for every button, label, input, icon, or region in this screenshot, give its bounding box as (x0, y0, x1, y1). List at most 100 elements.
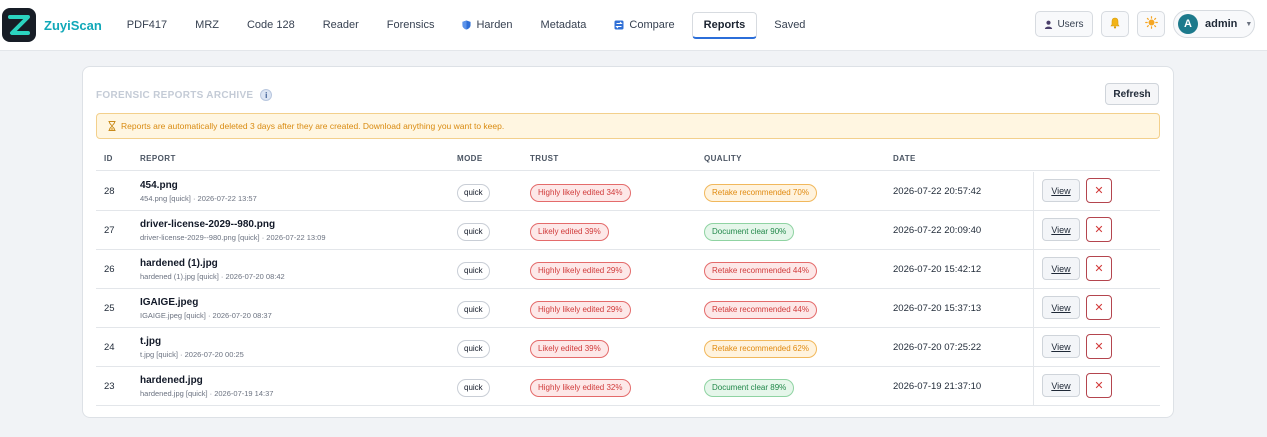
theme-toggle-button[interactable] (1137, 11, 1165, 37)
report-cell: driver-license-2029--980.png driver-licen… (140, 219, 326, 242)
refresh-button[interactable]: Refresh (1105, 83, 1159, 105)
nav-label: Harden (476, 19, 513, 31)
brand[interactable]: ZuyiScan (2, 8, 102, 42)
view-button[interactable]: View (1042, 179, 1080, 202)
report-date: 2026-07-19 21:37:10 (893, 381, 982, 392)
info-icon[interactable]: i (260, 89, 273, 101)
archive-title-text: FORENSIC REPORTS ARCHIVE (96, 89, 254, 101)
delete-button[interactable]: ✕ (1086, 334, 1112, 359)
user-name: admin (1205, 18, 1238, 30)
nav-metadata[interactable]: Metadata (530, 13, 598, 37)
report-name: 454.png (140, 180, 178, 191)
nav-label: PDF417 (126, 19, 168, 31)
quality-badge: Document clear 90% (704, 223, 795, 241)
notifications-button[interactable] (1101, 11, 1129, 37)
trust-cell: Likely edited 39% (530, 221, 609, 241)
nav-reader[interactable]: Reader (312, 13, 370, 37)
nav-mrz[interactable]: MRZ (184, 13, 230, 37)
trust-cell: Likely edited 39% (530, 338, 609, 358)
mode-badge: quick (457, 301, 490, 319)
notice-text: Reports are automatically deleted 3 days… (121, 121, 505, 131)
trust-badge: Highly likely edited 32% (530, 379, 631, 397)
retention-notice: Reports are automatically deleted 3 days… (96, 113, 1160, 139)
quality-badge: Retake recommended 44% (704, 262, 817, 280)
actions-divider (1033, 172, 1034, 210)
avatar: A (1178, 14, 1198, 34)
delete-button[interactable]: ✕ (1086, 295, 1112, 320)
trust-badge: Likely edited 39% (530, 340, 609, 358)
trust-cell: Highly likely edited 29% (530, 260, 631, 280)
user-menu[interactable]: A admin ▼ (1173, 10, 1255, 38)
view-button[interactable]: View (1042, 296, 1080, 319)
quality-cell: Document clear 90% (704, 221, 795, 241)
close-icon: ✕ (1094, 302, 1104, 314)
report-meta: hardened.jpg [quick] · 2026-07-19 14:37 (140, 389, 274, 398)
view-button[interactable]: View (1042, 257, 1080, 280)
bell-icon (1109, 17, 1121, 32)
trust-cell: Highly likely edited 32% (530, 377, 631, 397)
report-meta: 454.png [quick] · 2026-07-22 13:57 (140, 194, 257, 203)
row-id: 25 (104, 303, 115, 314)
view-button[interactable]: View (1042, 335, 1080, 358)
col-date: DATE (893, 154, 916, 163)
mode-badge: quick (457, 340, 490, 358)
report-meta: hardened (1).jpg [quick] · 2026-07-20 08… (140, 272, 285, 281)
nav-pdf417[interactable]: PDF417 (116, 13, 178, 37)
nav-harden[interactable]: Harden (451, 13, 523, 37)
quality-badge: Document clear 89% (704, 379, 795, 397)
nav-label: Code 128 (246, 19, 295, 31)
mode-cell: quick (457, 221, 490, 241)
trust-cell: Highly likely edited 34% (530, 182, 631, 202)
mode-badge: quick (457, 223, 490, 241)
table-row: 28 454.png 454.png [quick] · 2026-07-22 13… (96, 172, 1160, 211)
mode-cell: quick (457, 299, 490, 319)
nav-label: Saved (774, 19, 806, 31)
delete-button[interactable]: ✕ (1086, 178, 1112, 203)
delete-button[interactable]: ✕ (1086, 373, 1112, 398)
row-id: 24 (104, 342, 115, 353)
table-row: 25 IGAIGE.jpeg IGAIGE.jpeg [quick] · 2026-… (96, 289, 1160, 328)
logo-icon (2, 8, 36, 42)
close-icon: ✕ (1094, 380, 1104, 392)
brand-name: ZuyiScan (44, 17, 102, 33)
quality-badge: Retake recommended 62% (704, 340, 817, 358)
close-icon: ✕ (1094, 263, 1104, 275)
sun-icon (1144, 16, 1158, 32)
user-icon (1044, 20, 1053, 29)
delete-button[interactable]: ✕ (1086, 217, 1112, 242)
report-date: 2026-07-22 20:09:40 (893, 225, 982, 236)
hourglass-icon (108, 121, 116, 131)
view-button[interactable]: View (1042, 374, 1080, 397)
nav-forensics[interactable]: Forensics (376, 13, 446, 37)
trust-badge: Highly likely edited 29% (530, 301, 631, 319)
mode-cell: quick (457, 377, 490, 397)
view-button[interactable]: View (1042, 218, 1080, 241)
actions-divider (1033, 250, 1034, 288)
nav-reports[interactable]: Reports (691, 11, 758, 39)
quality-badge: Retake recommended 70% (704, 184, 817, 202)
row-id: 28 (104, 186, 115, 197)
report-date: 2026-07-20 15:37:13 (893, 303, 982, 314)
users-label: Users (1057, 18, 1084, 30)
nav-label: Reports (703, 18, 746, 31)
caret-down-icon: ▼ (1245, 20, 1253, 28)
reports-archive-card: FORENSIC REPORTS ARCHIVE i Refresh Repor… (82, 66, 1174, 418)
nav-code-128[interactable]: Code 128 (236, 13, 306, 37)
quality-cell: Retake recommended 70% (704, 182, 817, 202)
trust-badge: Highly likely edited 34% (530, 184, 631, 202)
users-button[interactable]: Users (1035, 11, 1093, 37)
col-trust: TRUST (530, 154, 559, 163)
delete-button[interactable]: ✕ (1086, 256, 1112, 281)
nav-label: Forensics (386, 19, 435, 31)
nav-saved[interactable]: Saved (763, 13, 816, 37)
close-icon: ✕ (1094, 224, 1104, 236)
nav-compare[interactable]: Compare (603, 13, 685, 37)
report-meta: driver-license-2029--980.png [quick] · 2… (140, 233, 326, 242)
quality-cell: Retake recommended 44% (704, 299, 817, 319)
report-meta: t.jpg [quick] · 2026-07-20 00:25 (140, 350, 244, 359)
report-name: driver-license-2029--980.png (140, 219, 276, 230)
shield-icon (462, 20, 472, 30)
row-id: 26 (104, 264, 115, 275)
report-cell: t.jpg t.jpg [quick] · 2026-07-20 00:25 (140, 336, 244, 359)
nav-actions: Users A admin ▼ (1035, 10, 1255, 38)
